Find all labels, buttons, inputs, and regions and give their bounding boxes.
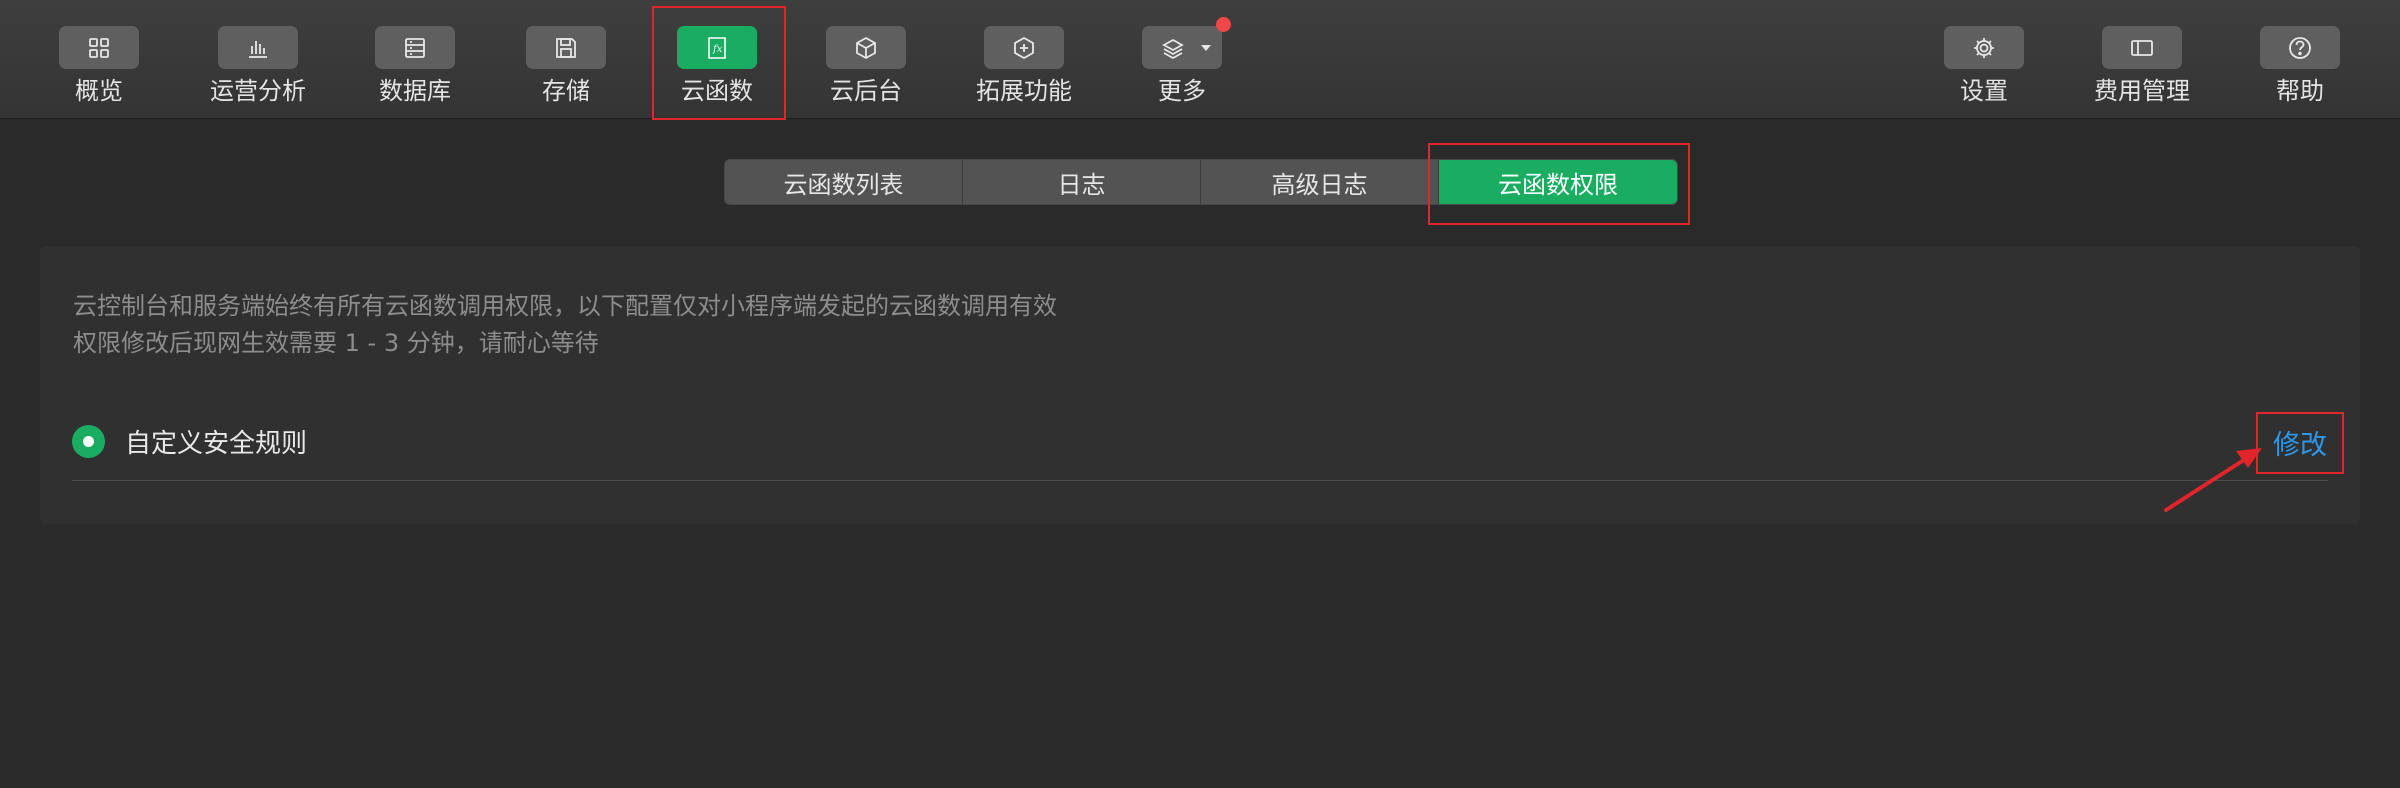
help-button[interactable]: [2260, 26, 2340, 69]
toolbar-label-extensions: 拓展功能: [976, 77, 1072, 105]
cloud-functions-button[interactable]: fx: [677, 26, 757, 69]
top-toolbar: 概览 运营分析 数据库 存储 fx 云函数 云后台 拓展功能 更多 设置 费用管…: [0, 0, 2400, 119]
edit-button[interactable]: 修改: [2256, 412, 2344, 472]
tab-function-list[interactable]: 云函数列表: [725, 160, 963, 204]
toolbar-label-cloud-backend: 云后台: [830, 77, 902, 105]
toolbar-item-overview[interactable]: 概览: [59, 0, 139, 119]
permissions-panel: 云控制台和服务端始终有所有云函数调用权限，以下配置仅对小程序端发起的云函数调用有…: [40, 246, 2360, 524]
toolbar-label-storage: 存储: [542, 77, 590, 105]
tab-function-permissions[interactable]: 云函数权限: [1439, 160, 1677, 204]
description-line-2: 权限修改后现网生效需要 1 - 3 分钟，请耐心等待: [73, 329, 599, 357]
notification-dot: [1216, 17, 1231, 32]
toolbar-label-more: 更多: [1158, 77, 1206, 105]
cloud-console-page: 概览 运营分析 数据库 存储 fx 云函数 云后台 拓展功能 更多 设置 费用管…: [0, 0, 2400, 788]
radio-checked-dot: [83, 436, 94, 447]
overview-grid-icon: [89, 37, 109, 58]
extension-plus-icon: [1014, 36, 1034, 59]
database-button[interactable]: [375, 26, 455, 69]
custom-rule-label: 自定义安全规则: [125, 429, 308, 459]
svg-text:fx: fx: [712, 44, 723, 55]
storage-button[interactable]: [526, 26, 606, 69]
toolbar-item-storage[interactable]: 存储: [526, 0, 606, 119]
toolbar-item-more[interactable]: 更多: [1142, 0, 1231, 119]
fx-function-icon: fx: [708, 36, 726, 59]
gear-icon: [1974, 37, 1994, 58]
billing-card-icon: [2131, 39, 2153, 56]
toolbar-item-extensions[interactable]: 拓展功能: [974, 0, 1074, 119]
overview-button[interactable]: [59, 26, 139, 69]
settings-button[interactable]: [1944, 26, 2024, 69]
cube-icon: [856, 36, 876, 59]
toolbar-item-help[interactable]: 帮助: [2260, 0, 2340, 119]
toolbar-item-cloud-functions[interactable]: fx 云函数: [677, 0, 757, 119]
tab-advanced-logs[interactable]: 高级日志: [1201, 160, 1439, 204]
toolbar-item-billing[interactable]: 费用管理: [2092, 0, 2192, 119]
custom-rule-radio[interactable]: [72, 425, 105, 458]
extensions-button[interactable]: [984, 26, 1064, 69]
bar-chart-icon: [249, 40, 267, 58]
divider: [72, 480, 2328, 481]
toolbar-label-billing: 费用管理: [2094, 77, 2190, 105]
toolbar-item-cloud-backend[interactable]: 云后台: [826, 0, 906, 119]
toolbar-label-overview: 概览: [75, 77, 123, 105]
toolbar-item-settings[interactable]: 设置: [1944, 0, 2024, 119]
toolbar-label-help: 帮助: [2276, 77, 2324, 105]
cloud-backend-button[interactable]: [826, 26, 906, 69]
chevron-down-icon: [1201, 45, 1211, 51]
database-list-icon: [405, 37, 425, 58]
permissions-description: 云控制台和服务端始终有所有云函数调用权限，以下配置仅对小程序端发起的云函数调用有…: [73, 288, 1057, 362]
toolbar-item-analytics[interactable]: 运营分析: [208, 0, 308, 119]
more-button[interactable]: [1142, 17, 1231, 69]
toolbar-label-cloud-functions: 云函数: [681, 77, 753, 105]
custom-rule-option[interactable]: 自定义安全规则: [72, 423, 307, 460]
billing-button[interactable]: [2102, 26, 2182, 69]
toolbar-label-settings: 设置: [1960, 77, 2008, 105]
toolbar-label-database: 数据库: [379, 77, 451, 105]
toolbar-item-database[interactable]: 数据库: [375, 0, 455, 119]
function-tabs: 云函数列表 日志 高级日志 云函数权限: [724, 159, 1678, 205]
analytics-button[interactable]: [218, 26, 298, 69]
description-line-1: 云控制台和服务端始终有所有云函数调用权限，以下配置仅对小程序端发起的云函数调用有…: [73, 292, 1057, 320]
layers-icon: [1162, 38, 1184, 59]
help-circle-icon: [2289, 36, 2311, 59]
toolbar-label-analytics: 运营分析: [210, 77, 306, 105]
floppy-disk-icon: [556, 37, 576, 58]
tab-logs[interactable]: 日志: [963, 160, 1201, 204]
